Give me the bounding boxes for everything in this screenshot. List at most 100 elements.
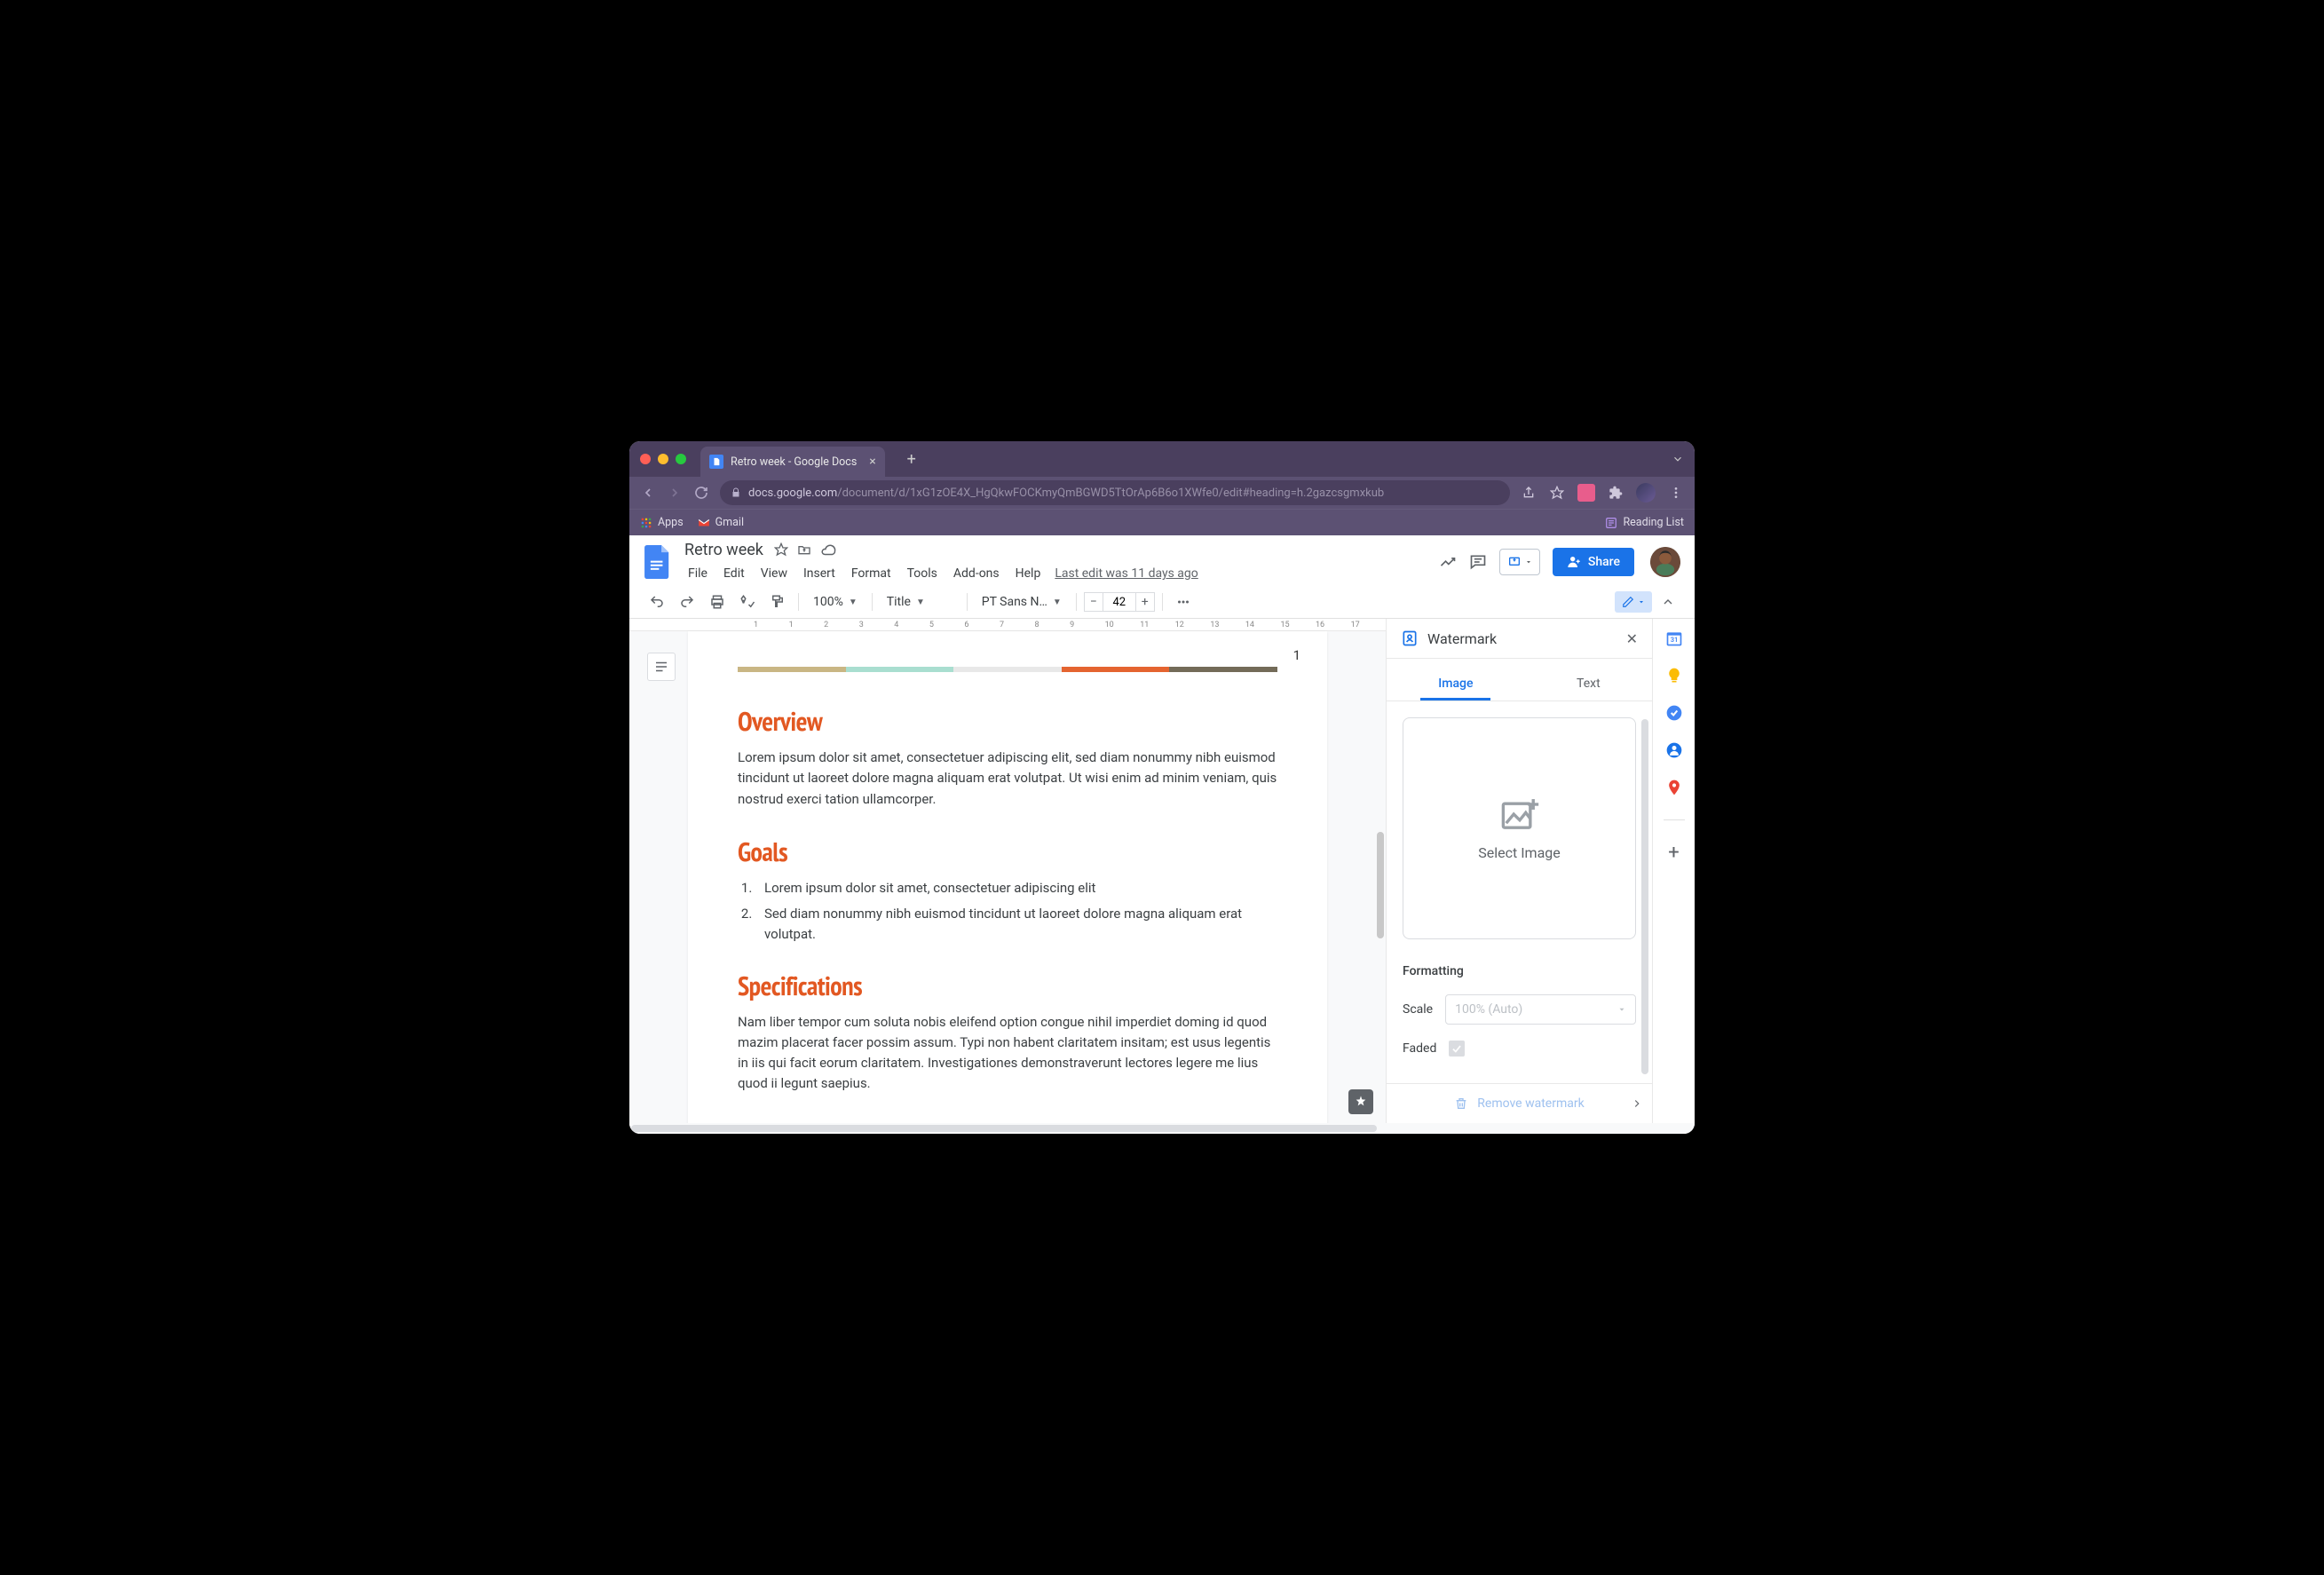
kebab-menu-icon[interactable] — [1668, 485, 1684, 501]
add-addon-button[interactable]: + — [1665, 843, 1683, 861]
contacts-app-icon[interactable] — [1665, 741, 1683, 759]
menu-help[interactable]: Help — [1008, 563, 1048, 584]
cloud-status-icon[interactable] — [820, 542, 836, 558]
horizontal-scrollbar[interactable] — [629, 1123, 1695, 1134]
docs-app: Retro week File Edit View Insert Format … — [629, 535, 1695, 1134]
font-family-select[interactable]: PT Sans N…▼ — [975, 591, 1069, 613]
pencil-icon — [1622, 596, 1634, 608]
font-size-value[interactable]: 42 — [1103, 592, 1135, 612]
font-size-increase[interactable]: + — [1135, 592, 1155, 612]
menu-edit[interactable]: Edit — [716, 563, 752, 584]
menu-insert[interactable]: Insert — [796, 563, 842, 584]
list-item[interactable]: Sed diam nonummy nibh euismod tincidunt … — [755, 904, 1277, 946]
print-button[interactable] — [704, 590, 731, 614]
docs-header: Retro week File Edit View Insert Format … — [629, 535, 1695, 586]
document-page[interactable]: 1 Overview Lorem ipsum dolor sit amet, c… — [688, 631, 1327, 1123]
tasks-app-icon[interactable] — [1665, 704, 1683, 722]
menu-format[interactable]: Format — [844, 563, 898, 584]
close-window-button[interactable] — [640, 454, 651, 464]
share-button[interactable]: Share — [1553, 548, 1634, 576]
minimize-window-button[interactable] — [658, 454, 668, 464]
extension-icon[interactable] — [1577, 484, 1595, 502]
move-icon[interactable] — [797, 542, 811, 558]
scale-select[interactable]: 100% (Auto) — [1445, 994, 1636, 1025]
last-edit-link[interactable]: Last edit was 11 days ago — [1055, 566, 1198, 581]
bookmark-gmail[interactable]: Gmail — [698, 516, 744, 529]
menu-addons[interactable]: Add-ons — [946, 563, 1007, 584]
tab-image[interactable]: Image — [1420, 669, 1490, 700]
list-item[interactable]: Lorem ipsum dolor sit amet, consectetuer… — [755, 878, 1277, 898]
menu-file[interactable]: File — [681, 563, 715, 584]
new-tab-button[interactable]: + — [899, 447, 924, 471]
panel-close-button[interactable]: ✕ — [1626, 630, 1638, 647]
paragraph[interactable]: Lorem ipsum dolor sit amet, consectetuer… — [738, 748, 1277, 810]
reading-list-button[interactable]: Reading List — [1605, 516, 1684, 529]
close-tab-button[interactable]: × — [869, 455, 875, 469]
collapse-toolbar-button[interactable] — [1656, 590, 1680, 613]
menu-tools[interactable]: Tools — [900, 563, 945, 584]
browser-tab[interactable]: Retro week - Google Docs × — [700, 447, 885, 477]
explore-button[interactable] — [1348, 1089, 1373, 1114]
font-size-decrease[interactable]: − — [1084, 592, 1103, 612]
panel-scrollbar[interactable] — [1641, 719, 1648, 1074]
comments-icon[interactable] — [1469, 553, 1487, 571]
share-os-icon[interactable] — [1521, 485, 1537, 501]
content-row: 11234567891011121314151617 1 Overview Lo… — [629, 619, 1695, 1123]
select-image-box[interactable]: Select Image — [1403, 717, 1636, 939]
remove-watermark-button[interactable]: Remove watermark — [1387, 1083, 1652, 1123]
share-person-icon — [1567, 555, 1581, 569]
faded-checkbox[interactable] — [1449, 1041, 1465, 1057]
ordered-list[interactable]: Lorem ipsum dolor sit amet, consectetuer… — [755, 878, 1277, 946]
star-icon[interactable] — [774, 542, 788, 558]
undo-button[interactable] — [644, 590, 670, 614]
profile-avatar-icon[interactable] — [1636, 483, 1656, 503]
docs-logo-icon[interactable] — [642, 546, 674, 578]
scale-label: Scale — [1403, 1002, 1433, 1017]
paint-format-button[interactable] — [764, 590, 791, 614]
docs-toolbar: 100%▼ Title▼ PT Sans N…▼ − 42 + — [629, 586, 1695, 619]
zoom-select[interactable]: 100%▼ — [806, 591, 865, 613]
vertical-scrollbar[interactable] — [1375, 619, 1386, 1123]
faded-label: Faded — [1403, 1041, 1436, 1056]
bookmark-star-icon[interactable] — [1549, 485, 1565, 501]
activity-icon[interactable] — [1439, 553, 1457, 571]
spellcheck-button[interactable] — [734, 590, 761, 614]
keep-app-icon[interactable] — [1665, 667, 1683, 685]
heading-specifications[interactable]: Specifications — [738, 969, 1277, 1003]
tab-title: Retro week - Google Docs — [731, 455, 857, 469]
menu-view[interactable]: View — [754, 563, 794, 584]
extensions-puzzle-icon[interactable] — [1608, 485, 1624, 501]
lock-icon — [731, 487, 741, 498]
redo-button[interactable] — [674, 590, 700, 614]
panel-title: Watermark — [1427, 630, 1617, 647]
address-bar[interactable]: docs.google.com/document/d/1xG1zOE4X_HgQ… — [720, 480, 1510, 505]
browser-window: Retro week - Google Docs × + docs.google… — [629, 441, 1695, 1134]
maps-app-icon[interactable] — [1665, 779, 1683, 796]
more-toolbar-button[interactable] — [1170, 590, 1197, 614]
reload-button[interactable] — [693, 486, 709, 500]
forward-button[interactable] — [667, 486, 683, 500]
ruler[interactable]: 11234567891011121314151617 — [629, 619, 1386, 631]
document-canvas[interactable]: 11234567891011121314151617 1 Overview Lo… — [629, 619, 1386, 1123]
outline-toggle-button[interactable] — [647, 653, 676, 681]
tabs-menu-button[interactable] — [1672, 453, 1684, 465]
browser-action-icons — [1521, 483, 1684, 503]
tab-text[interactable]: Text — [1559, 669, 1618, 700]
heading-goals[interactable]: Goals — [738, 835, 1277, 869]
chevron-right-icon[interactable] — [1631, 1097, 1643, 1110]
font-size-control: − 42 + — [1084, 592, 1155, 612]
calendar-app-icon[interactable]: 31 — [1665, 629, 1683, 647]
paragraph-style-select[interactable]: Title▼ — [880, 591, 960, 613]
paragraph[interactable]: Nam liber tempor cum soluta nobis eleife… — [738, 1012, 1277, 1095]
document-title[interactable]: Retro week — [681, 539, 767, 561]
bookmark-label: Apps — [658, 516, 684, 529]
maximize-window-button[interactable] — [676, 454, 686, 464]
user-avatar[interactable] — [1650, 547, 1680, 577]
bookmark-apps[interactable]: Apps — [640, 516, 684, 529]
back-button[interactable] — [640, 486, 656, 500]
present-button[interactable] — [1499, 549, 1540, 575]
docs-favicon — [709, 455, 723, 469]
watermark-panel: Watermark ✕ Image Text Se — [1386, 619, 1652, 1123]
heading-overview[interactable]: Overview — [738, 704, 1277, 739]
editing-mode-button[interactable] — [1615, 591, 1652, 613]
